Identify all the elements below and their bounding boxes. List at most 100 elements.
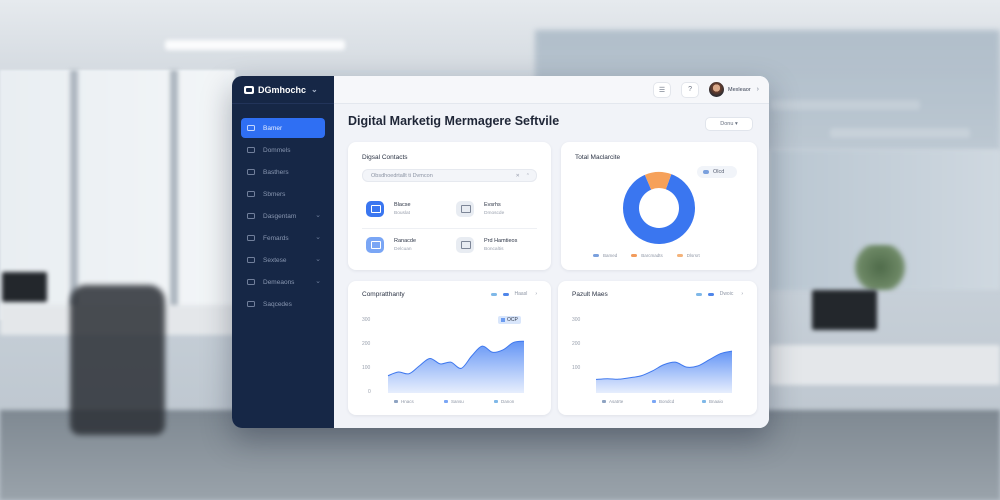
tile-subtitle: Delcuan bbox=[394, 247, 412, 252]
sidebar-item-2[interactable]: Basthers bbox=[241, 162, 325, 182]
window-frame bbox=[170, 70, 178, 320]
contacts-search-input[interactable]: Obsdhoedrtallt ti Dvmcon ✕ ⌃ bbox=[362, 169, 537, 182]
sidebar-item-label: Basthers bbox=[263, 168, 289, 176]
sidebar-item-label: Bamer bbox=[263, 124, 283, 132]
main-content: ☰ ? Mexleaor › Digital Marketig Mermager… bbox=[334, 76, 769, 428]
x-axis-label: Bondcd bbox=[652, 399, 674, 404]
user-name[interactable]: Mexleaor bbox=[728, 87, 751, 93]
nav-item-icon bbox=[247, 147, 255, 153]
x-axis-label: Danon bbox=[494, 399, 514, 404]
divider bbox=[362, 228, 537, 229]
legend-swatch bbox=[593, 254, 599, 257]
contacts-card: Digsal Contacts Obsdhoedrtallt ti Dvmcon… bbox=[348, 142, 551, 270]
sidebar-item-label: Femards bbox=[263, 234, 289, 242]
area-series-fill bbox=[388, 341, 524, 393]
sidebar-item-0[interactable]: Bamer bbox=[241, 118, 325, 138]
sidebar-item-5[interactable]: Femards ⌄ bbox=[241, 228, 325, 248]
card-icon bbox=[456, 201, 474, 217]
chevron-down-icon[interactable]: ⌄ bbox=[315, 255, 321, 263]
sidebar-item-label: Dasgentam bbox=[263, 212, 297, 220]
nav-item-icon bbox=[247, 191, 255, 197]
contact-tile[interactable]: Prd Hamtieos Boncaltis bbox=[456, 235, 536, 257]
sidebar-item-8[interactable]: Saqcedes bbox=[241, 294, 325, 314]
office-desk bbox=[770, 345, 1000, 385]
monitor-icon bbox=[366, 201, 384, 217]
office-monitor bbox=[812, 290, 877, 330]
period-select[interactable]: Donu ▾ bbox=[705, 117, 753, 131]
x-axis-label: Bnaaio bbox=[702, 399, 723, 404]
legend-swatch bbox=[652, 400, 656, 403]
sidebar-item-6[interactable]: Sextese ⌄ bbox=[241, 250, 325, 270]
sidebar-item-7[interactable]: Demeaons ⌄ bbox=[241, 272, 325, 292]
legend-label: Barcmadts bbox=[641, 253, 663, 258]
tile-subtitle: Dmoscde bbox=[484, 211, 505, 216]
area-chart bbox=[387, 340, 525, 393]
contact-tile[interactable]: Evsrhs Dmoscde bbox=[456, 199, 536, 221]
tile-subtitle: Boncaltis bbox=[484, 247, 504, 252]
office-chair bbox=[70, 285, 165, 435]
legend-label: Bamed bbox=[603, 253, 618, 258]
legend-item: Bamed bbox=[593, 253, 617, 258]
sidebar-item-1[interactable]: Dommels bbox=[241, 140, 325, 160]
nav-item-icon bbox=[247, 169, 255, 175]
sidebar-item-3[interactable]: Sbmers bbox=[241, 184, 325, 204]
office-plant bbox=[850, 245, 910, 290]
legend-swatch bbox=[676, 254, 683, 257]
chevron-down-icon[interactable]: ⌄ bbox=[315, 277, 321, 285]
nav-item-icon bbox=[247, 125, 255, 131]
contact-tile[interactable]: Ranacde Delcuan bbox=[366, 235, 446, 257]
topbar: ☰ ? Mexleaor › bbox=[334, 76, 769, 104]
donut-slice[interactable] bbox=[644, 172, 672, 190]
ceiling-light bbox=[165, 40, 345, 50]
tile-title: Evsrhs bbox=[484, 202, 501, 208]
area-chart bbox=[595, 350, 733, 393]
legend-swatch bbox=[702, 400, 706, 403]
dashboard-window: DGmhochc ⌄ Bamer Dommels Basthers Sbmers Das… bbox=[232, 76, 769, 428]
tile-title: Prd Hamtieos bbox=[484, 238, 518, 244]
search-placeholder: Obsdhoedrtallt ti Dvmcon bbox=[371, 172, 433, 179]
sidebar-item-label: Saqcedes bbox=[263, 300, 292, 308]
nav-item-icon bbox=[247, 257, 255, 263]
help-icon[interactable]: ? bbox=[681, 81, 700, 98]
brand-logo-icon bbox=[244, 85, 254, 94]
nav-item-icon bbox=[247, 235, 255, 241]
brand[interactable]: DGmhochc ⌄ bbox=[232, 76, 334, 104]
x-axis-label: Hnacs bbox=[394, 399, 414, 404]
chevron-down-icon[interactable]: ⌄ bbox=[315, 211, 321, 219]
mail-icon bbox=[456, 237, 474, 253]
legend-item: Barcmadts bbox=[631, 253, 663, 258]
area-chart-card: Compratthanty Haasl › OCP 300 200 100 0 … bbox=[348, 281, 551, 415]
nav-item-icon bbox=[247, 279, 255, 285]
sidebar-item-4[interactable]: Dasgentam ⌄ bbox=[241, 206, 325, 226]
sidebar-item-label: Dommels bbox=[263, 146, 291, 154]
nav-item-icon bbox=[247, 213, 255, 219]
menu-icon[interactable]: ☰ bbox=[653, 81, 672, 98]
sidebar-item-label: Sbmers bbox=[263, 190, 286, 198]
page-title: Digital Marketig Mermagere Seftvile bbox=[348, 114, 560, 128]
chevron-down-icon[interactable]: › bbox=[757, 86, 759, 93]
brand-name: DGmhochc bbox=[258, 84, 307, 95]
area-series-fill bbox=[596, 351, 732, 393]
office-monitor bbox=[2, 272, 47, 302]
avatar[interactable] bbox=[709, 82, 725, 97]
window-frame bbox=[70, 70, 78, 320]
tile-title: Ranacde bbox=[394, 238, 417, 244]
sidebar: DGmhochc ⌄ Bamer Dommels Basthers Sbmers Das… bbox=[232, 76, 334, 428]
donut-slice[interactable] bbox=[623, 174, 695, 244]
sidebar-item-label: Demeaons bbox=[263, 278, 295, 286]
donut-legend: Bamed Barcmadts Dlsrsrt bbox=[593, 253, 714, 258]
legend-label: Dlsrsrt bbox=[686, 253, 700, 258]
close-icon[interactable]: ✕ bbox=[516, 173, 520, 179]
document-icon bbox=[366, 237, 384, 253]
legend-swatch bbox=[602, 400, 606, 403]
legend-item: Dlsrsrt bbox=[676, 253, 700, 258]
donut-chart bbox=[623, 172, 695, 244]
legend-swatch bbox=[444, 400, 448, 403]
sidebar-item-label: Sextese bbox=[263, 256, 287, 264]
card-title: Digsal Contacts bbox=[362, 154, 408, 161]
contact-tile[interactable]: Blacse Bouslat bbox=[366, 199, 446, 221]
chevron-down-icon[interactable]: ⌄ bbox=[315, 233, 321, 241]
chevron-down-icon[interactable]: ⌄ bbox=[311, 85, 318, 94]
x-axis-label: Asatrte bbox=[602, 399, 623, 404]
chevron-up-icon[interactable]: ⌃ bbox=[526, 173, 530, 179]
